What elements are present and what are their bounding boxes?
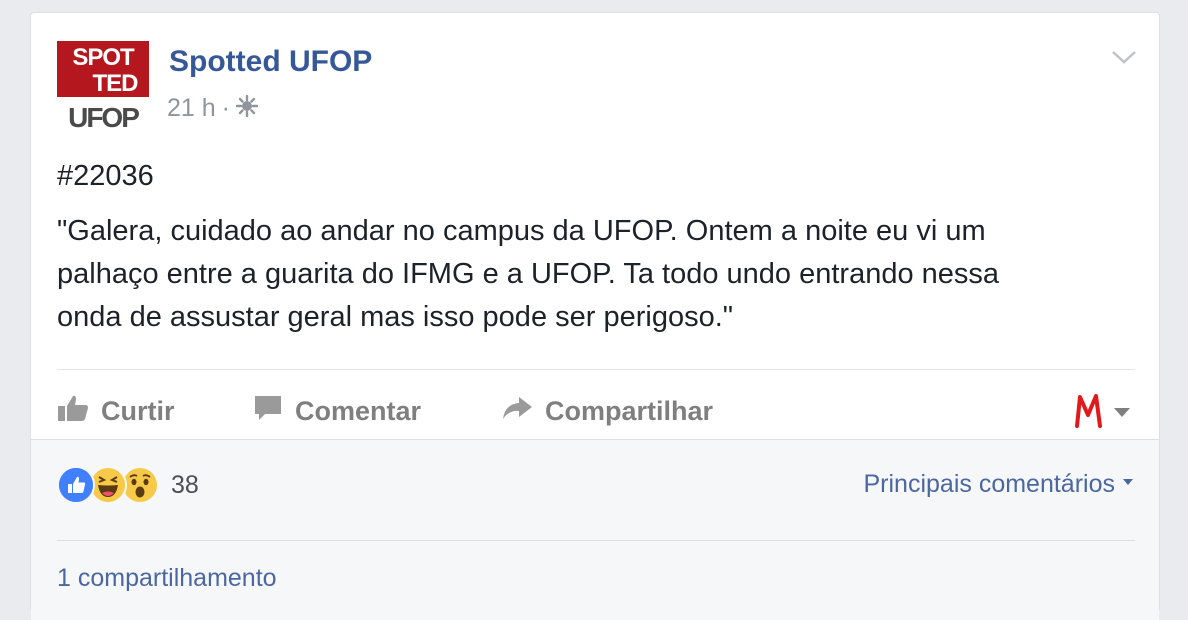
post-text-line: "Galera, cuidado ao andar no campus da U… (57, 215, 986, 247)
like-reaction-icon (57, 466, 95, 504)
post-text-line: palhaço entre a guarita do IFMG e a UFOP… (57, 258, 1000, 290)
comment-sort-dropdown[interactable]: Principais comentários (863, 470, 1133, 499)
thumbs-up-icon (57, 394, 89, 429)
reader-menu-button[interactable] (1073, 393, 1131, 434)
comment-icon (253, 394, 283, 429)
m-logo-icon (1073, 393, 1105, 434)
page-name-link[interactable]: Spotted UFOP (169, 45, 372, 79)
post-timestamp[interactable]: 21 h (167, 94, 216, 123)
share-arrow-icon (501, 394, 533, 429)
like-label: Curtir (101, 395, 175, 426)
caret-down-icon (1113, 405, 1131, 423)
comment-label: Comentar (295, 395, 422, 426)
comment-sort-label: Principais comentários (863, 470, 1116, 498)
post-text: #22036 "Galera, cuidado ao andar no camp… (57, 155, 1137, 339)
comment-button[interactable]: Comentar (253, 383, 421, 439)
share-label: Compartilhar (545, 395, 714, 426)
avatar-line3: UFOP (68, 102, 139, 133)
shares-link[interactable]: 1 compartilhamento (57, 564, 277, 593)
footer-divider (57, 540, 1135, 541)
post-footer: 38 Principais comentários 1 compartilham… (31, 439, 1159, 620)
page-avatar[interactable]: SPOT TED UFOP (57, 41, 149, 133)
post-hashtag[interactable]: #22036 (57, 155, 1137, 198)
meta-separator: · (221, 94, 230, 122)
actions-divider (57, 369, 1135, 370)
reactions-summary[interactable]: 38 (57, 466, 199, 504)
caret-down-icon (1123, 478, 1133, 485)
post-actions-bar: Curtir Comentar Compartilhar (57, 383, 1135, 439)
avatar-line1: SPOT (72, 44, 135, 71)
globe-icon[interactable] (235, 94, 259, 124)
avatar-line2: TED (93, 70, 139, 97)
post-meta: 21 h · (167, 93, 259, 124)
like-button[interactable]: Curtir (57, 383, 175, 439)
post-card: SPOT TED UFOP Spotted UFOP 21 h · #22036… (30, 12, 1160, 620)
reaction-count: 38 (171, 470, 199, 499)
post-text-line: onda de assustar geral mas isso pode ser… (57, 301, 734, 333)
chevron-down-icon[interactable] (1111, 47, 1137, 67)
share-button[interactable]: Compartilhar (501, 383, 713, 439)
